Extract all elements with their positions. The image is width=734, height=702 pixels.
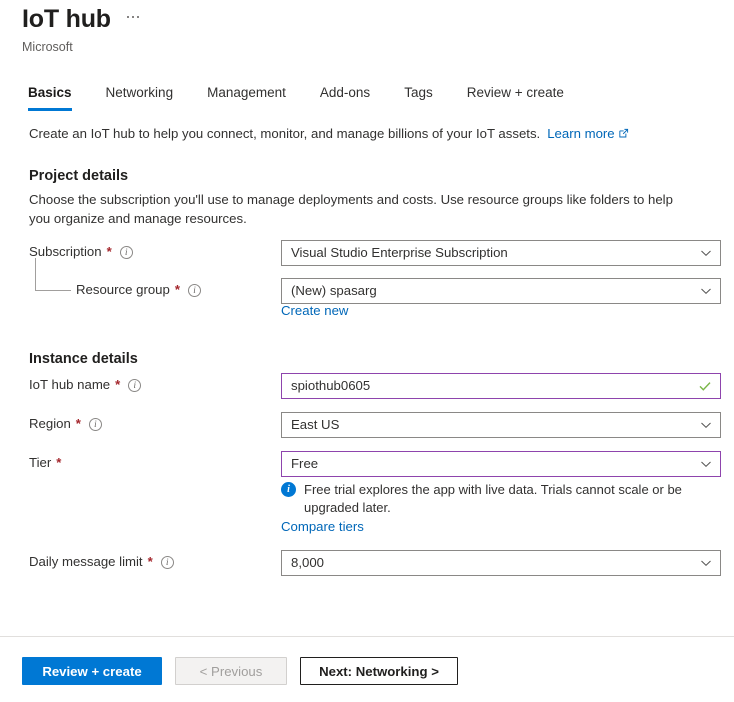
iot-hub-create-blade: IoT hub Microsoft Basics Networking Mana… bbox=[0, 0, 734, 702]
publisher-label: Microsoft bbox=[22, 39, 141, 55]
region-info-icon[interactable]: i bbox=[89, 418, 102, 431]
daily-message-limit-row: Daily message limit * i 8,000 bbox=[29, 550, 719, 574]
compare-tiers-link[interactable]: Compare tiers bbox=[281, 518, 364, 536]
resource-group-dropdown[interactable]: (New) spasarg bbox=[281, 278, 721, 304]
tier-info-note: i Free trial explores the app with live … bbox=[281, 481, 721, 517]
footer-divider bbox=[0, 636, 734, 637]
region-row: Region * i East US bbox=[29, 412, 719, 436]
subscription-row: Subscription * i Visual Studio Enterpris… bbox=[29, 240, 719, 264]
daily-message-limit-label: Daily message limit * i bbox=[29, 553, 174, 571]
resource-group-info-icon[interactable]: i bbox=[188, 284, 201, 297]
iot-hub-name-label-text: IoT hub name bbox=[29, 376, 110, 394]
valid-check-icon bbox=[698, 379, 712, 393]
previous-button: < Previous bbox=[175, 657, 287, 685]
intro-text: Create an IoT hub to help you connect, m… bbox=[29, 125, 540, 143]
learn-more-link[interactable]: Learn more bbox=[547, 125, 628, 143]
instance-details-heading: Instance details bbox=[29, 349, 138, 369]
tab-networking[interactable]: Networking bbox=[89, 84, 191, 111]
region-value: East US bbox=[291, 416, 700, 434]
chevron-down-icon bbox=[700, 419, 712, 431]
region-label-text: Region bbox=[29, 415, 71, 433]
tier-note-text: Free trial explores the app with live da… bbox=[304, 481, 721, 517]
iot-hub-name-info-icon[interactable]: i bbox=[128, 379, 141, 392]
resource-group-row: Resource group * i (New) spasarg bbox=[29, 278, 719, 302]
external-link-icon bbox=[618, 128, 629, 139]
learn-more-label[interactable]: Learn more bbox=[547, 126, 614, 141]
iot-hub-name-label: IoT hub name * i bbox=[29, 376, 141, 394]
blade-header: IoT hub Microsoft bbox=[22, 4, 141, 55]
daily-message-limit-dropdown[interactable]: 8,000 bbox=[281, 550, 721, 576]
tab-add-ons[interactable]: Add-ons bbox=[303, 84, 387, 111]
subscription-info-icon[interactable]: i bbox=[120, 246, 133, 259]
iot-hub-name-input[interactable]: spiothub0605 bbox=[281, 373, 721, 399]
review-create-button[interactable]: Review + create bbox=[22, 657, 162, 685]
title-row: IoT hub bbox=[22, 4, 141, 34]
tab-management[interactable]: Management bbox=[190, 84, 303, 111]
resource-group-label-text: Resource group bbox=[76, 281, 170, 299]
resource-group-required-asterisk: * bbox=[175, 281, 180, 299]
project-details-description: Choose the subscription you'll use to ma… bbox=[29, 190, 694, 228]
region-label: Region * i bbox=[29, 415, 102, 433]
chevron-down-icon bbox=[700, 458, 712, 470]
tier-value: Free bbox=[291, 455, 700, 473]
iot-hub-name-required-asterisk: * bbox=[115, 376, 120, 394]
project-details-heading: Project details bbox=[29, 166, 128, 186]
tier-dropdown[interactable]: Free bbox=[281, 451, 721, 477]
region-required-asterisk: * bbox=[76, 415, 81, 433]
daily-message-limit-value: 8,000 bbox=[291, 554, 700, 572]
wizard-footer: Review + create < Previous Next: Network… bbox=[22, 657, 458, 685]
intro-description: Create an IoT hub to help you connect, m… bbox=[29, 125, 629, 143]
tier-label: Tier * bbox=[29, 454, 61, 472]
daily-message-limit-label-text: Daily message limit bbox=[29, 553, 143, 571]
resource-group-label: Resource group * i bbox=[76, 281, 201, 299]
tier-row: Tier * Free bbox=[29, 451, 719, 475]
subscription-value: Visual Studio Enterprise Subscription bbox=[291, 244, 700, 262]
iot-hub-name-value: spiothub0605 bbox=[291, 377, 698, 395]
iot-hub-name-row: IoT hub name * i spiothub0605 bbox=[29, 373, 719, 397]
subscription-dropdown[interactable]: Visual Studio Enterprise Subscription bbox=[281, 240, 721, 266]
tier-required-asterisk: * bbox=[56, 454, 61, 472]
subscription-required-asterisk: * bbox=[107, 243, 112, 261]
more-options-icon[interactable] bbox=[125, 10, 141, 28]
tab-review-create[interactable]: Review + create bbox=[450, 84, 581, 111]
tab-tags[interactable]: Tags bbox=[387, 84, 450, 111]
daily-message-limit-required-asterisk: * bbox=[148, 553, 153, 571]
wizard-tabs: Basics Networking Management Add-ons Tag… bbox=[28, 84, 581, 111]
tier-label-text: Tier bbox=[29, 454, 51, 472]
page-title: IoT hub bbox=[22, 4, 111, 34]
daily-message-limit-info-icon[interactable]: i bbox=[161, 556, 174, 569]
resource-group-value: (New) spasarg bbox=[291, 282, 700, 300]
info-icon: i bbox=[281, 482, 296, 497]
region-dropdown[interactable]: East US bbox=[281, 412, 721, 438]
next-networking-button[interactable]: Next: Networking > bbox=[300, 657, 458, 685]
chevron-down-icon bbox=[700, 285, 712, 297]
chevron-down-icon bbox=[700, 247, 712, 259]
create-new-resource-group-link[interactable]: Create new bbox=[281, 302, 348, 320]
chevron-down-icon bbox=[700, 557, 712, 569]
tab-basics[interactable]: Basics bbox=[28, 84, 89, 111]
